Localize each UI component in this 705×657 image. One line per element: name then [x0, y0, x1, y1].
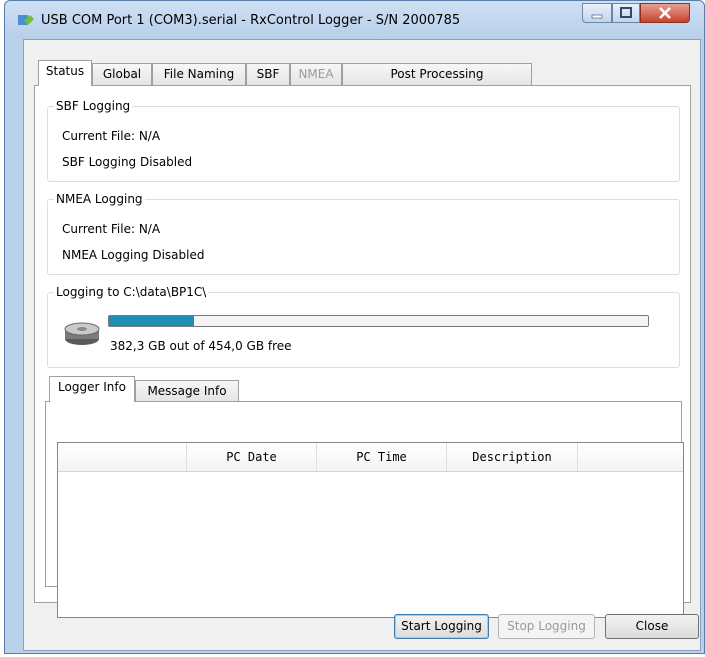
table-header: PC Date PC Time Description — [58, 443, 683, 472]
tab-post-processing[interactable]: Post Processing — [342, 63, 532, 86]
nmea-status: NMEA Logging Disabled — [62, 248, 205, 262]
disk-group: Logging to C:\data\BP1C\ 382,3 GB out of… — [47, 285, 680, 368]
tab-label: Status — [45, 64, 85, 78]
tab-label: Post Processing — [390, 67, 484, 81]
tab-label: Global — [102, 67, 142, 81]
tab-global[interactable]: Global — [92, 63, 152, 86]
tab-label: SBF — [256, 67, 280, 81]
stop-logging-button[interactable]: Stop Logging — [498, 614, 595, 639]
tab-sbf[interactable]: SBF — [246, 63, 290, 86]
window-title: USB COM Port 1 (COM3).serial - RxControl… — [41, 13, 461, 28]
app-icon — [18, 15, 34, 25]
disk-free-text: 382,3 GB out of 454,0 GB free — [110, 339, 292, 353]
sbf-group-title: SBF Logging — [54, 99, 133, 113]
tab-logger-info[interactable]: Logger Info — [49, 376, 135, 402]
close-window-button[interactable] — [640, 3, 690, 23]
disk-group-title: Logging to C:\data\BP1C\ — [54, 285, 209, 299]
tab-label: NMEA — [298, 67, 334, 81]
tab-nmea[interactable]: NMEA — [290, 63, 342, 86]
column-header-blank[interactable] — [58, 443, 187, 471]
column-header-pc-date[interactable]: PC Date — [187, 443, 317, 471]
tab-file-naming[interactable]: File Naming — [152, 63, 246, 86]
column-header-filler — [578, 443, 683, 471]
maximize-icon — [620, 7, 632, 18]
column-header-description[interactable]: Description — [447, 443, 578, 471]
tab-label: File Naming — [163, 67, 235, 81]
tab-label: Message Info — [147, 384, 227, 398]
nmea-group-title: NMEA Logging — [54, 192, 145, 206]
tab-label: Logger Info — [58, 380, 126, 394]
start-logging-button[interactable]: Start Logging — [394, 614, 489, 639]
nmea-logging-group: NMEA Logging Current File: N/A NMEA Logg… — [47, 192, 680, 275]
logger-info-table[interactable]: PC Date PC Time Description — [57, 442, 684, 618]
tab-message-info[interactable]: Message Info — [135, 380, 239, 403]
nmea-current-file: Current File: N/A — [62, 222, 161, 236]
close-button[interactable]: Close — [605, 614, 699, 639]
hard-drive-icon — [64, 322, 100, 345]
minimize-icon — [591, 14, 603, 19]
column-header-pc-time[interactable]: PC Time — [317, 443, 447, 471]
minimize-button[interactable] — [582, 3, 612, 23]
client-area: Status Global File Naming SBF NMEA Post … — [23, 39, 701, 651]
app-window: USB COM Port 1 (COM3).serial - RxControl… — [4, 0, 705, 654]
sbf-logging-group: SBF Logging Current File: N/A SBF Loggin… — [47, 99, 680, 182]
close-icon — [659, 7, 671, 19]
disk-usage-fill — [109, 316, 195, 326]
maximize-button[interactable] — [612, 3, 640, 23]
sbf-current-file: Current File: N/A — [62, 129, 161, 143]
disk-usage-bar — [108, 315, 649, 327]
tab-status[interactable]: Status — [38, 60, 92, 86]
title-bar[interactable]: USB COM Port 1 (COM3).serial - RxControl… — [5, 1, 704, 39]
sbf-status: SBF Logging Disabled — [62, 155, 193, 169]
